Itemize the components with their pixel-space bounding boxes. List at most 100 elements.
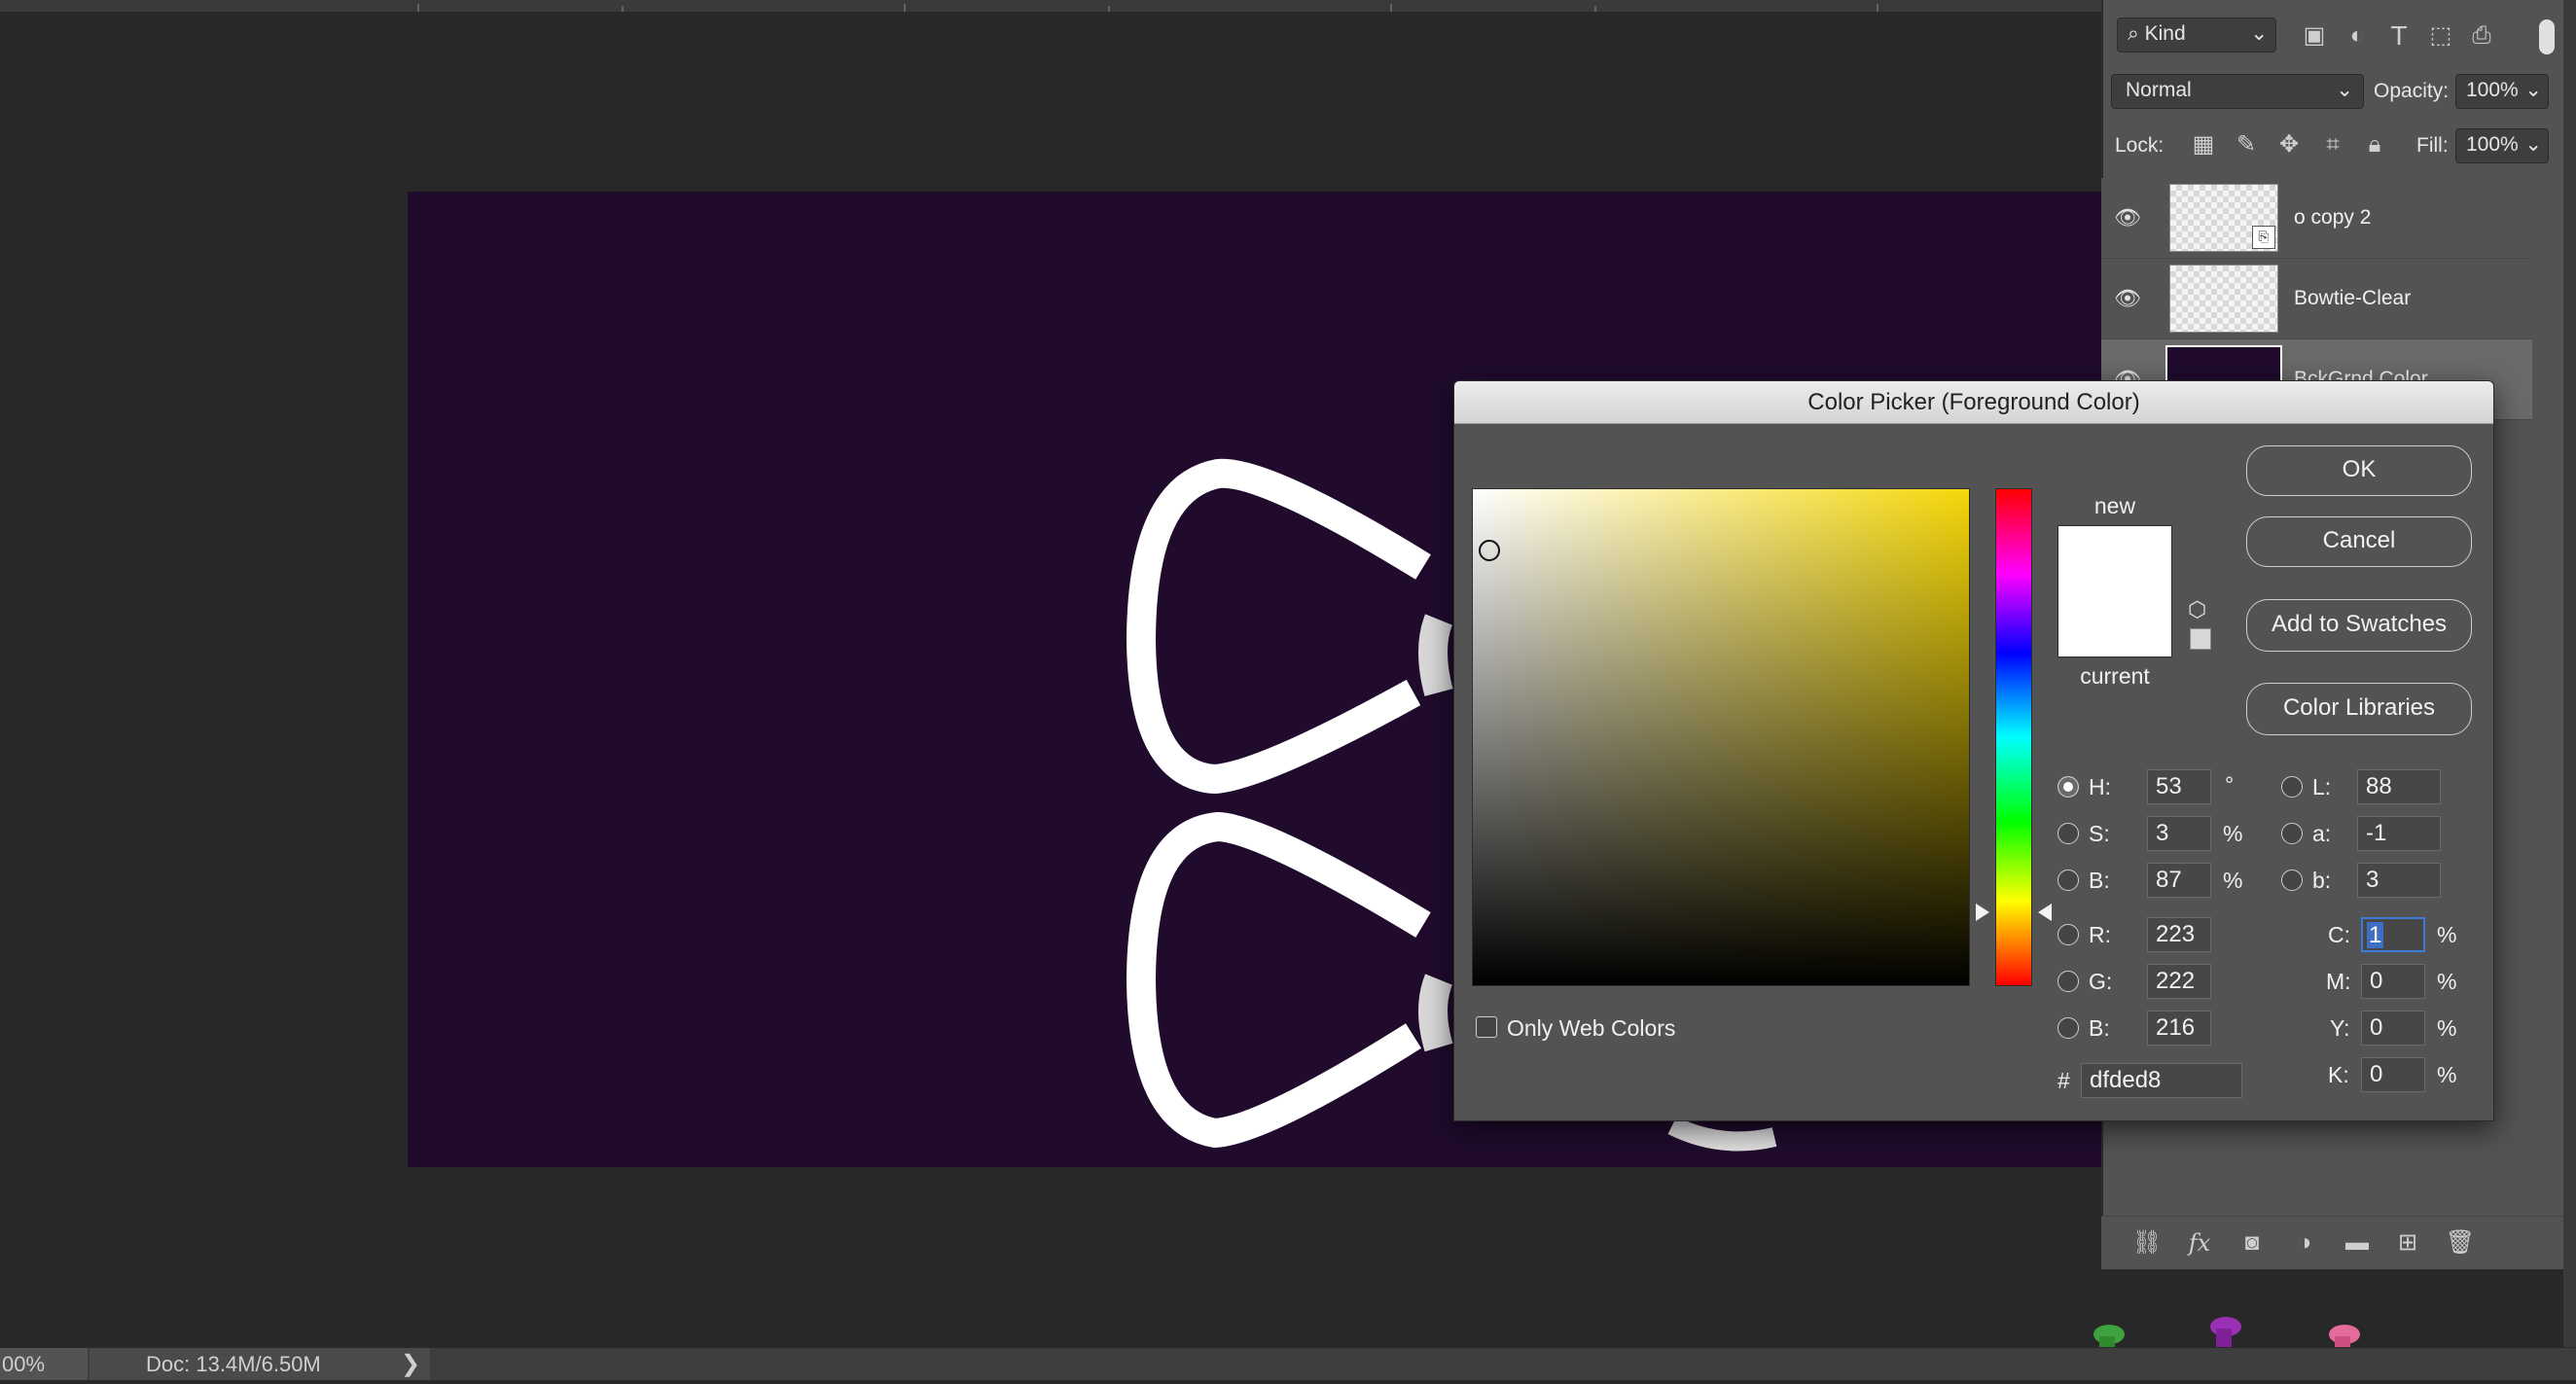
hue-radio[interactable] [2057,776,2079,798]
color-libraries-button[interactable]: Color Libraries [2246,683,2472,735]
yellow-field[interactable]: 0 [2361,1011,2425,1046]
pixel-layer-filter-icon[interactable]: ▣ [2298,19,2331,53]
color-field[interactable] [1472,488,1970,986]
layer-thumbnail [2169,265,2278,333]
status-menu-arrow-icon[interactable]: ❯ [401,1348,420,1380]
degree-unit: ° [2225,772,2235,798]
lab-b-field[interactable]: 3 [2357,863,2441,898]
red-field[interactable]: 223 [2147,917,2211,952]
color-picker-dialog: Color Picker (Foreground Color) new curr… [1453,380,2494,1121]
cyan-label: C: [2328,922,2350,947]
layer-row[interactable]: 👁︎ Bowtie-Clear [2101,259,2532,339]
chevron-down-icon: ⌄ [2250,22,2268,45]
out-of-gamut-cube-icon[interactable]: ⬡ [2188,597,2206,622]
lock-position-icon[interactable]: ✥ [2272,128,2306,161]
saturation-radio[interactable] [2057,823,2079,844]
lock-label: Lock: [2115,134,2165,157]
red-radio[interactable] [2057,924,2079,945]
adjustment-layer-filter-icon[interactable]: ◐ [2341,19,2374,53]
add-to-swatches-button[interactable]: Add to Swatches [2246,599,2472,652]
current-label: current [2080,663,2150,689]
blue-field[interactable]: 216 [2147,1011,2211,1046]
hue-label: H: [2089,774,2111,799]
blue-radio[interactable] [2057,1017,2079,1039]
eye-icon[interactable]: 👁︎ [2113,284,2142,313]
layer-style-icon[interactable]: fx [2183,1226,2216,1260]
zoom-level[interactable]: 00% [0,1348,88,1380]
color-selector-circle[interactable] [1479,540,1500,561]
hex-label: # [2057,1068,2070,1093]
lab-a-label: a: [2312,821,2332,846]
only-web-colors-checkbox[interactable] [1476,1016,1497,1038]
yellow-label: Y: [2330,1015,2350,1041]
green-field[interactable]: 222 [2147,964,2211,999]
lab-l-radio[interactable] [2281,776,2303,798]
lab-a-field[interactable]: -1 [2357,816,2441,851]
magenta-field[interactable]: 0 [2361,964,2425,999]
opacity-field[interactable]: 100% ⌄ [2455,74,2549,109]
hue-field[interactable]: 53 [2147,769,2211,804]
percent-unit: % [2437,922,2457,947]
type-layer-filter-icon[interactable]: T [2382,19,2415,53]
new-layer-icon[interactable]: ⊞ [2391,1226,2424,1260]
cyan-field[interactable]: 1 [2361,917,2425,952]
fill-label: Fill: [2416,134,2449,157]
chevron-down-icon: ⌄ [2336,79,2353,101]
web-safe-color-swatch[interactable] [2190,628,2211,650]
link-layers-icon[interactable]: ⛓︎ [2130,1226,2164,1260]
layers-panel-footer: ⛓︎ fx ◙ ◑ ▬ ⊞ 🗑︎ [2101,1216,2563,1270]
filter-toggle[interactable] [2539,19,2555,54]
lock-all-icon[interactable]: 🔒︎ [2358,128,2391,161]
eye-icon[interactable]: 👁︎ [2113,203,2142,232]
percent-unit: % [2437,1062,2457,1087]
new-color-swatch [2058,526,2171,592]
lab-b-radio[interactable] [2281,869,2303,891]
green-radio[interactable] [2057,971,2079,992]
lock-artboard-icon[interactable]: ⌗ [2316,128,2349,161]
lab-b-label: b: [2312,868,2332,893]
brightness-label: B: [2089,868,2110,893]
black-field[interactable]: 0 [2361,1057,2425,1092]
current-color-swatch[interactable] [2058,592,2171,657]
green-label: G: [2089,969,2113,994]
magenta-label: M: [2326,969,2351,994]
kind-filter-select[interactable]: ⌕ Kind ⌄ [2117,18,2276,53]
layer-name: Bowtie-Clear [2294,287,2412,309]
chevron-down-icon: ⌄ [2524,79,2542,101]
fill-field[interactable]: 100% ⌄ [2455,128,2549,163]
smart-object-filter-icon[interactable]: ⎙ [2465,19,2498,53]
hex-field[interactable]: dfded8 [2081,1063,2242,1098]
top-ruler [0,0,2101,13]
ok-button[interactable]: OK [2246,445,2472,496]
kind-filter-label: Kind [2144,22,2186,45]
saturation-field[interactable]: 3 [2147,816,2211,851]
brightness-field[interactable]: 87 [2147,863,2211,898]
add-mask-icon[interactable]: ◙ [2236,1226,2269,1260]
folder-icon[interactable]: ▬ [2341,1226,2374,1260]
lab-l-label: L: [2312,774,2332,799]
adjustment-layer-icon[interactable]: ◑ [2288,1226,2321,1260]
layer-row[interactable]: 👁︎ ⎘ o copy 2 [2101,178,2532,259]
trash-icon[interactable]: 🗑︎ [2444,1226,2477,1260]
status-bar: 00% Doc: 13.4M/6.50M ❯ [0,1347,2576,1380]
dialog-title: Color Picker (Foreground Color) [1454,381,2493,424]
lock-transparent-pixels-icon[interactable]: ▦ [2187,128,2220,161]
blend-mode-select[interactable]: Normal ⌄ [2111,74,2364,109]
smart-object-badge-icon: ⎘ [2252,226,2275,249]
lab-l-field[interactable]: 88 [2357,769,2441,804]
hue-slider-left-handle[interactable] [1976,904,1989,921]
lab-a-radio[interactable] [2281,823,2303,844]
shape-layer-filter-icon[interactable]: ⬚ [2424,19,2457,53]
search-icon: ⌕ [2128,22,2139,45]
cancel-button[interactable]: Cancel [2246,516,2472,567]
hue-slider[interactable] [1995,488,2032,986]
saturation-label: S: [2089,821,2110,846]
layer-name: o copy 2 [2294,206,2372,229]
chevron-down-icon: ⌄ [2524,133,2542,156]
lock-image-pixels-icon[interactable]: ✎ [2230,128,2263,161]
hue-slider-right-handle[interactable] [2038,904,2052,921]
percent-unit: % [2437,1015,2457,1041]
brightness-radio[interactable] [2057,869,2079,891]
cyan-value-selected: 1 [2367,922,2384,948]
fill-value: 100% [2466,133,2519,156]
